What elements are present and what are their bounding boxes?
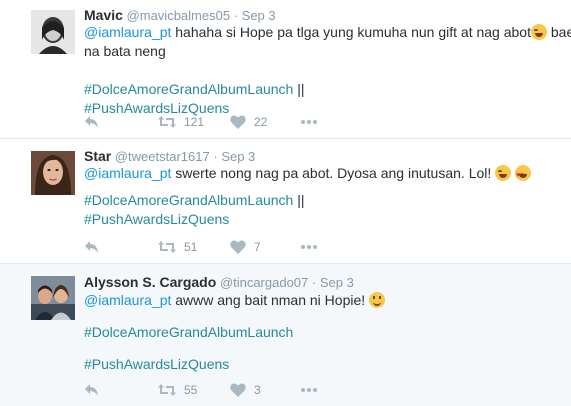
reply-button[interactable] [84,382,100,398]
tweet-item[interactable]: Star @tweetstar1617 · Sep 3 @iamlaura_pt… [0,139,571,264]
like-count: 3 [254,383,261,397]
hashtag-link[interactable]: #PushAwardsLizQuens [84,356,229,372]
tweet-text-part: na bata neng [84,43,166,59]
hashtag-separator: || [293,81,305,97]
mention-link[interactable]: @iamlaura_pt [84,24,171,40]
like-button[interactable]: 22 [230,114,267,130]
more-icon [300,244,318,250]
tweet-text-part: awww ang bait nman ni Hopie! [171,292,366,308]
reply-icon [84,383,100,397]
reply-button[interactable] [84,239,100,255]
more-button[interactable] [300,114,318,130]
user-handle[interactable]: @mavicbalmes05 [127,8,231,23]
like-count: 7 [254,240,261,254]
tweet-item[interactable]: Mavic @mavicbalmes05 · Sep 3 @iamlaura_p… [0,0,571,139]
like-button[interactable]: 3 [230,382,261,398]
mention-link[interactable]: @iamlaura_pt [84,292,171,308]
laughing-emoji-icon [495,165,512,181]
retweet-button[interactable]: 121 [158,114,204,130]
user-name[interactable]: Mavic [84,7,123,23]
retweet-icon [158,383,176,397]
tweet-text-part: swerte nong nag pa abot. Dyosa ang inutu… [171,165,492,181]
retweet-button[interactable]: 55 [158,382,197,398]
tweet-header: Alysson S. Cargado @tincargado07 · Sep 3 [84,274,354,291]
heart-icon [230,115,246,129]
tweet-text-part: baet [550,24,571,40]
more-icon [300,387,318,393]
like-button[interactable]: 7 [230,239,261,255]
like-count: 22 [254,115,268,129]
user-name[interactable]: Alysson S. Cargado [84,274,216,290]
retweet-icon [158,240,176,254]
heart-icon [230,383,246,397]
user-name[interactable]: Star [84,148,111,164]
hashtag-link[interactable]: #DolceAmoreGrandAlbumLaunch [84,81,293,97]
tweet-text-part: hahaha si Hope pa tlga yung kumuha nun g… [171,24,531,40]
hashtag-link[interactable]: #DolceAmoreGrandAlbumLaunch [84,192,293,208]
tweet-date[interactable]: Sep 3 [320,275,354,290]
tweet-actions: 51 7 [84,239,384,255]
tweet-text: @iamlaura_pt hahaha si Hope pa tlga yung… [84,23,571,118]
laughing-emoji-icon [530,24,547,40]
hashtag-link[interactable]: #DolceAmoreGrandAlbumLaunch [84,324,293,340]
mention-link[interactable]: @iamlaura_pt [84,165,171,181]
tweet-text: @iamlaura_pt awww ang bait nman ni Hopie… [84,291,554,374]
smiling-emoji-icon [369,292,386,308]
avatar[interactable] [31,10,75,54]
heart-icon [230,240,246,254]
retweet-count: 51 [184,240,198,254]
separator-dot: · [311,275,317,290]
hashtag-link[interactable]: #PushAwardsLizQuens [84,211,229,227]
tweet-date[interactable]: Sep 3 [242,8,276,23]
more-button[interactable] [300,382,318,398]
heart-eyes-emoji-icon [515,165,532,185]
more-button[interactable] [300,239,318,255]
separator-dot: · [233,8,239,23]
hashtag-separator: || [293,192,305,208]
user-handle[interactable]: @tincargado07 [220,275,308,290]
retweet-icon [158,115,176,129]
user-handle[interactable]: @tweetstar1617 [115,149,210,164]
tweet-header: Star @tweetstar1617 · Sep 3 [84,148,255,165]
tweet-date[interactable]: Sep 3 [221,149,255,164]
separator-dot: · [213,149,218,164]
reply-icon [84,115,100,129]
more-icon [300,119,318,125]
tweet-item[interactable]: Alysson S. Cargado @tincargado07 · Sep 3… [0,264,571,406]
reply-button[interactable] [84,114,100,130]
retweet-button[interactable]: 51 [158,239,197,255]
retweet-count: 55 [184,383,198,397]
tweet-header: Mavic @mavicbalmes05 · Sep 3 [84,7,276,24]
tweet-actions: 55 3 [84,382,384,398]
avatar[interactable] [31,151,75,195]
avatar[interactable] [31,276,75,320]
retweet-count: 121 [184,115,205,129]
tweet-actions: 121 22 [84,114,384,130]
reply-icon [84,240,100,254]
tweet-text: @iamlaura_pt swerte nong nag pa abot. Dy… [84,164,554,229]
